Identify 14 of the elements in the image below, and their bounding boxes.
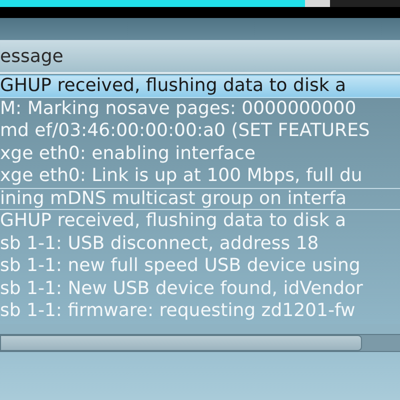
log-row[interactable]: sb 1-1: USB disconnect, address 18 [0, 232, 400, 255]
horizontal-scrollbar[interactable] [0, 334, 400, 352]
log-row[interactable]: sb 1-1: new full speed USB device using [0, 255, 400, 278]
log-row[interactable]: sb 1-1: New USB device found, idVendor [0, 278, 400, 300]
log-row[interactable]: GHUP received, flushing data to disk a [0, 75, 400, 98]
log-row[interactable]: M: Marking nosave pages: 0000000000 [0, 98, 400, 120]
log-row[interactable]: ining mDNS multicast group on interfa [0, 188, 400, 210]
log-row[interactable]: md ef/03:46:00:00:00:a0 (SET FEATURES [0, 120, 400, 142]
log-row[interactable]: xge eth0: enabling interface [0, 142, 400, 165]
log-row[interactable]: GHUP received, flushing data to disk a [0, 210, 400, 232]
column-header[interactable]: essage [0, 40, 400, 74]
log-row[interactable]: xge eth0: Link is up at 100 Mbps, full du [0, 165, 400, 188]
log-row[interactable]: sb 1-1: firmware: requesting zd1201-fw [0, 300, 400, 322]
scrollbar-thumb[interactable] [0, 335, 362, 351]
